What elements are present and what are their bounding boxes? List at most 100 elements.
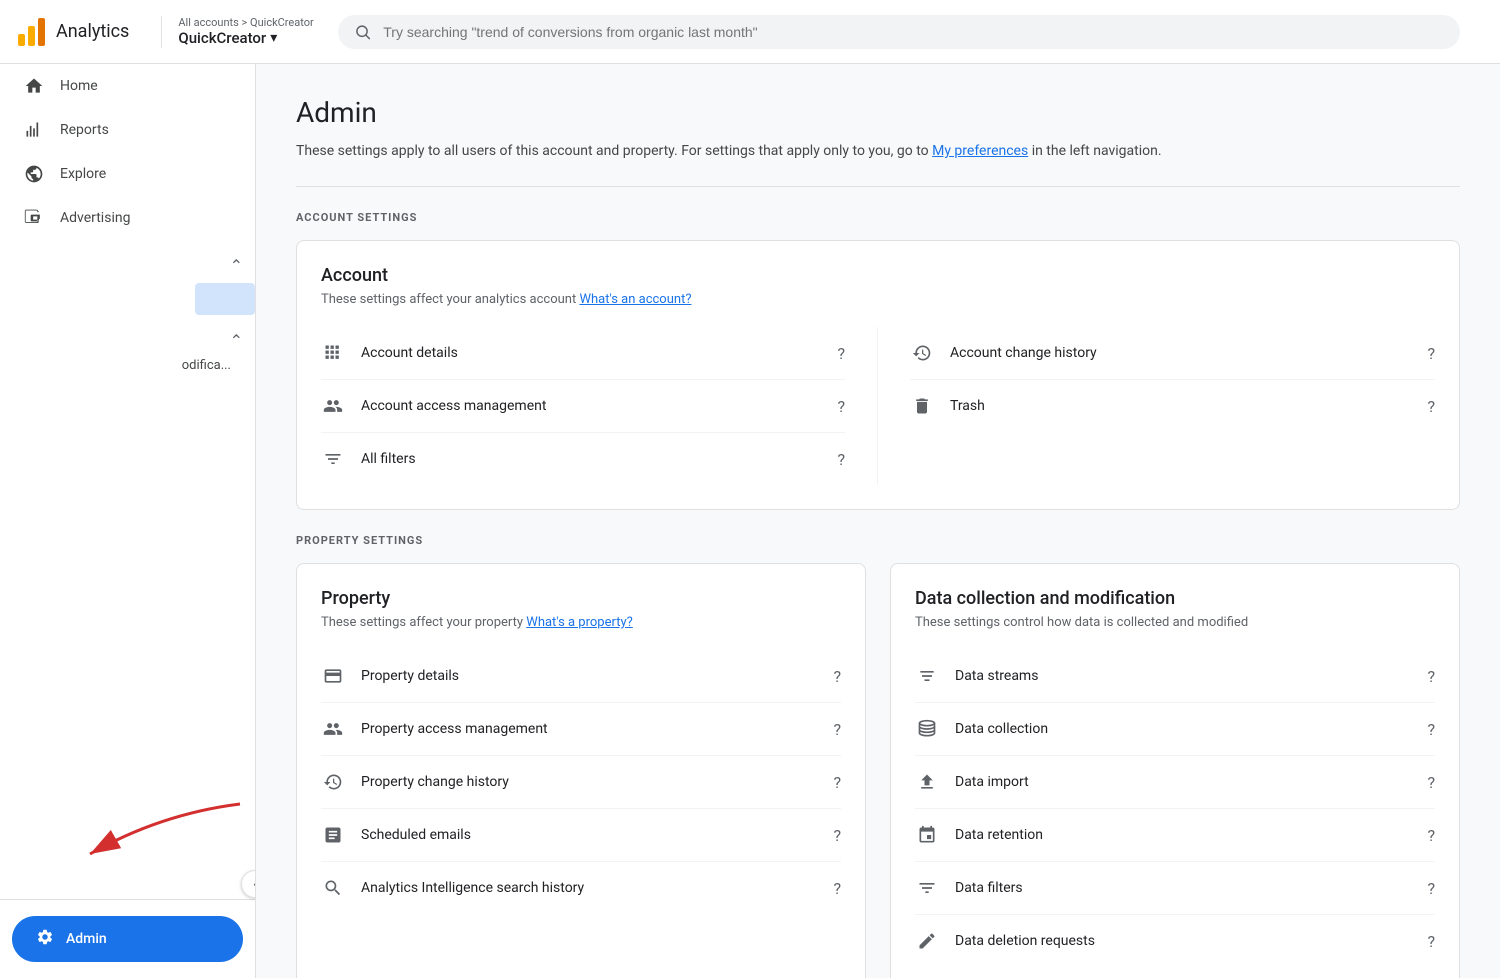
people-icon bbox=[321, 394, 345, 418]
search-icon bbox=[354, 23, 372, 41]
credit-card-icon bbox=[321, 664, 345, 688]
trash-label: Trash bbox=[950, 398, 985, 414]
data-collection-card: Data collection and modification These s… bbox=[890, 563, 1460, 978]
home-icon bbox=[24, 76, 44, 96]
data-deletion-help-icon[interactable]: ? bbox=[1427, 932, 1435, 951]
data-collection-label: Data collection bbox=[955, 721, 1048, 737]
property-history-label: Property change history bbox=[361, 774, 509, 790]
sidebar-label-home: Home bbox=[60, 78, 98, 94]
account-settings-card: Account These settings affect your analy… bbox=[296, 240, 1460, 510]
analytics-logo-icon bbox=[16, 16, 48, 48]
property-card-description: These settings affect your property What… bbox=[321, 615, 841, 630]
main-content-area: Admin These settings apply to all users … bbox=[256, 64, 1500, 978]
filter-icon bbox=[321, 447, 345, 471]
sidebar-label-explore: Explore bbox=[60, 166, 106, 182]
data-filters-item[interactable]: Data filters ? bbox=[915, 862, 1435, 915]
account-history-label: Account change history bbox=[950, 345, 1097, 361]
property-access-help-icon[interactable]: ? bbox=[833, 720, 841, 739]
data-import-item[interactable]: Data import ? bbox=[915, 756, 1435, 809]
chevron-left-icon: ‹ bbox=[253, 877, 256, 891]
data-retention-help-icon[interactable]: ? bbox=[1427, 826, 1435, 845]
search-input[interactable] bbox=[383, 24, 1444, 40]
property-card: Property These settings affect your prop… bbox=[296, 563, 866, 978]
database-icon bbox=[915, 717, 939, 741]
account-history-item[interactable]: Account change history ? bbox=[910, 327, 1435, 380]
sidebar-bottom: Admin bbox=[0, 899, 255, 978]
account-card-title: Account bbox=[321, 265, 1435, 286]
dropdown-icon: ▾ bbox=[270, 30, 277, 46]
data-streams-label: Data streams bbox=[955, 668, 1038, 684]
all-filters-item[interactable]: All filters ? bbox=[321, 433, 845, 485]
account-right-col: Account change history ? Trash ? bbox=[878, 327, 1435, 485]
admin-button[interactable]: Admin bbox=[12, 916, 243, 962]
data-collection-item[interactable]: Data collection ? bbox=[915, 703, 1435, 756]
delete-icon bbox=[915, 929, 939, 953]
history-icon bbox=[910, 341, 934, 365]
property-details-help-icon[interactable]: ? bbox=[833, 667, 841, 686]
my-preferences-link[interactable]: My preferences bbox=[932, 143, 1028, 159]
data-deletion-item[interactable]: Data deletion requests ? bbox=[915, 915, 1435, 967]
scheduled-emails-item[interactable]: Scheduled emails ? bbox=[321, 809, 841, 862]
data-import-label: Data import bbox=[955, 774, 1029, 790]
account-nav: All accounts > QuickCreator QuickCreator… bbox=[178, 16, 313, 47]
data-streams-item[interactable]: Data streams ? bbox=[915, 650, 1435, 703]
data-streams-help-icon[interactable]: ? bbox=[1427, 667, 1435, 686]
scheduled-emails-label: Scheduled emails bbox=[361, 827, 471, 843]
account-access-help-icon[interactable]: ? bbox=[837, 397, 845, 416]
blue-indicator bbox=[195, 283, 255, 315]
data-collection-help-icon[interactable]: ? bbox=[1427, 720, 1435, 739]
sidebar-item-advertising[interactable]: Advertising bbox=[0, 196, 243, 240]
logo-area: Analytics bbox=[16, 16, 129, 48]
account-details-help-icon[interactable]: ? bbox=[837, 344, 845, 363]
header-divider bbox=[161, 16, 162, 48]
account-history-help-icon[interactable]: ? bbox=[1427, 344, 1435, 363]
property-access-item[interactable]: Property access management ? bbox=[321, 703, 841, 756]
email-schedule-icon bbox=[321, 823, 345, 847]
property-history-item[interactable]: Property change history ? bbox=[321, 756, 841, 809]
sidebar-item-reports[interactable]: Reports bbox=[0, 108, 243, 152]
collapse-chevron-1[interactable]: ⌃ bbox=[230, 256, 255, 275]
whats-account-link[interactable]: What's an account? bbox=[579, 292, 691, 307]
account-settings-grid: Account details ? Account access managem… bbox=[321, 327, 1435, 485]
account-access-item[interactable]: Account access management ? bbox=[321, 380, 845, 433]
data-filters-help-icon[interactable]: ? bbox=[1427, 879, 1435, 898]
sidebar-collapse-button[interactable]: ‹ bbox=[241, 870, 256, 898]
sidebar-panel: ⌃ ⌃ odifica... bbox=[0, 256, 255, 373]
all-filters-label: All filters bbox=[361, 451, 416, 467]
property-access-label: Property access management bbox=[361, 721, 548, 737]
upload-icon bbox=[915, 770, 939, 794]
account-settings-label: ACCOUNT SETTINGS bbox=[296, 211, 1460, 224]
ai-search-history-help-icon[interactable]: ? bbox=[833, 879, 841, 898]
sidebar-item-home[interactable]: Home bbox=[0, 64, 243, 108]
trash-item[interactable]: Trash ? bbox=[910, 380, 1435, 432]
retention-icon bbox=[915, 823, 939, 847]
property-details-item[interactable]: Property details ? bbox=[321, 650, 841, 703]
whats-property-link[interactable]: What's a property? bbox=[526, 615, 632, 630]
sidebar-label-advertising: Advertising bbox=[60, 210, 130, 226]
gear-icon bbox=[36, 928, 54, 950]
search-bar[interactable] bbox=[338, 15, 1460, 49]
ai-search-history-item[interactable]: Analytics Intelligence search history ? bbox=[321, 862, 841, 914]
data-retention-item[interactable]: Data retention ? bbox=[915, 809, 1435, 862]
account-details-item[interactable]: Account details ? bbox=[321, 327, 845, 380]
trash-help-icon[interactable]: ? bbox=[1427, 397, 1435, 416]
main-layout: Home Reports Explore Advertising ⌃ bbox=[0, 64, 1500, 978]
page-description: These settings apply to all users of thi… bbox=[296, 141, 1460, 162]
all-filters-help-icon[interactable]: ? bbox=[837, 450, 845, 469]
data-filters-label: Data filters bbox=[955, 880, 1023, 896]
sidebar-item-explore[interactable]: Explore bbox=[0, 152, 243, 196]
property-history-help-icon[interactable]: ? bbox=[833, 773, 841, 792]
streams-icon bbox=[915, 664, 939, 688]
scheduled-emails-help-icon[interactable]: ? bbox=[833, 826, 841, 845]
account-left-col: Account details ? Account access managem… bbox=[321, 327, 878, 485]
data-filter-icon bbox=[915, 876, 939, 900]
property-card-title: Property bbox=[321, 588, 841, 609]
admin-label: Admin bbox=[66, 931, 107, 947]
property-two-col: Property These settings affect your prop… bbox=[296, 563, 1460, 978]
property-details-label: Property details bbox=[361, 668, 459, 684]
collapse-chevron-2[interactable]: ⌃ bbox=[230, 331, 255, 350]
data-import-help-icon[interactable]: ? bbox=[1427, 773, 1435, 792]
account-selector[interactable]: QuickCreator ▾ bbox=[178, 29, 313, 47]
account-card-description: These settings affect your analytics acc… bbox=[321, 292, 1435, 307]
data-collection-card-title: Data collection and modification bbox=[915, 588, 1435, 609]
